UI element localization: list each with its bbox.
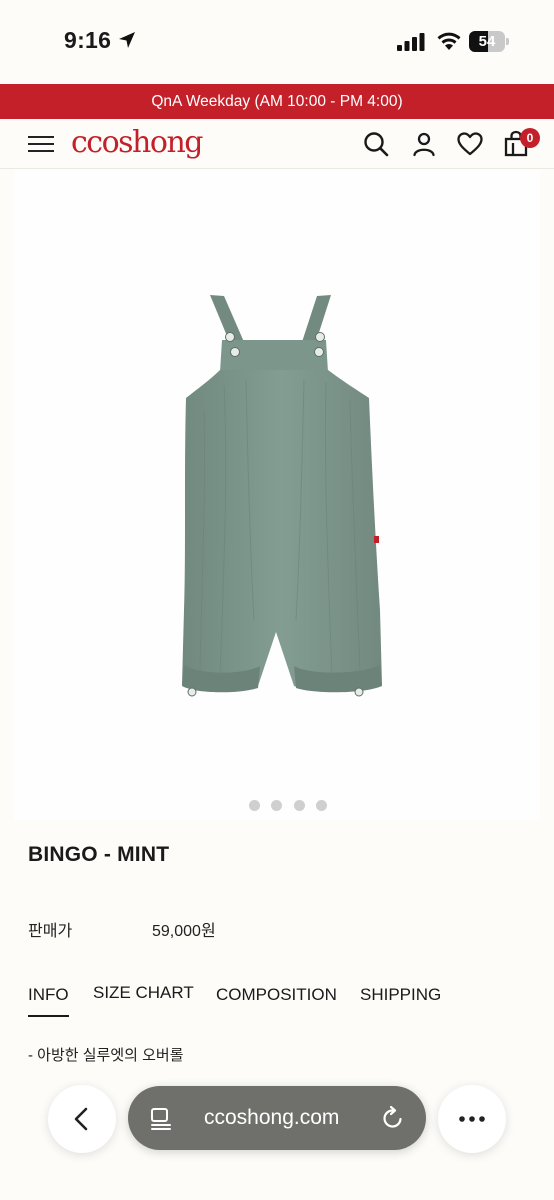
- cart-count-badge: 0: [520, 128, 540, 148]
- status-time: 9:16: [64, 27, 112, 53]
- site-header: ccoshong 0: [0, 119, 554, 169]
- address-bar[interactable]: ccoshong.com: [128, 1086, 426, 1150]
- account-icon[interactable]: [410, 130, 438, 158]
- product-title: BINGO - MINT: [28, 843, 170, 866]
- tab-size-chart[interactable]: SIZE CHART: [93, 983, 194, 1013]
- wifi-icon: [437, 32, 461, 50]
- reload-icon[interactable]: [380, 1105, 406, 1131]
- ellipsis-icon: [459, 1116, 485, 1122]
- product-description: - 아방한 실루엣의 오버롤: [28, 1047, 184, 1064]
- tab-shipping[interactable]: SHIPPING: [360, 985, 441, 1015]
- notice-banner: QnA Weekday (AM 10:00 - PM 4:00): [0, 84, 554, 119]
- site-logo[interactable]: ccoshong: [71, 125, 203, 160]
- price-value: 59,000원: [152, 923, 216, 940]
- reader-icon[interactable]: [148, 1106, 174, 1132]
- heart-icon[interactable]: [456, 130, 484, 158]
- carousel-dot[interactable]: [316, 800, 327, 811]
- search-icon[interactable]: [362, 130, 390, 158]
- status-bar: 9:16 54: [0, 0, 554, 84]
- tab-info[interactable]: INFO: [28, 985, 69, 1017]
- menu-icon[interactable]: [28, 134, 54, 154]
- chevron-left-icon: [74, 1107, 88, 1131]
- product-image[interactable]: [14, 170, 540, 820]
- overalls-image: [182, 295, 382, 697]
- battery-icon: 54: [469, 31, 509, 52]
- tab-composition[interactable]: COMPOSITION: [216, 985, 337, 1015]
- carousel-dot[interactable]: [294, 800, 305, 811]
- url-text: ccoshong.com: [204, 1106, 340, 1129]
- product-tabs: INFO SIZE CHART COMPOSITION SHIPPING: [0, 983, 554, 1017]
- price-label: 판매가: [28, 923, 73, 940]
- carousel-dot[interactable]: [249, 800, 260, 811]
- carousel-dot[interactable]: [271, 800, 282, 811]
- back-button[interactable]: [48, 1085, 116, 1153]
- location-arrow-icon: [119, 32, 135, 48]
- battery-level: 54: [478, 33, 496, 50]
- more-options-button[interactable]: [438, 1085, 506, 1153]
- cellular-signal-icon: [397, 33, 425, 51]
